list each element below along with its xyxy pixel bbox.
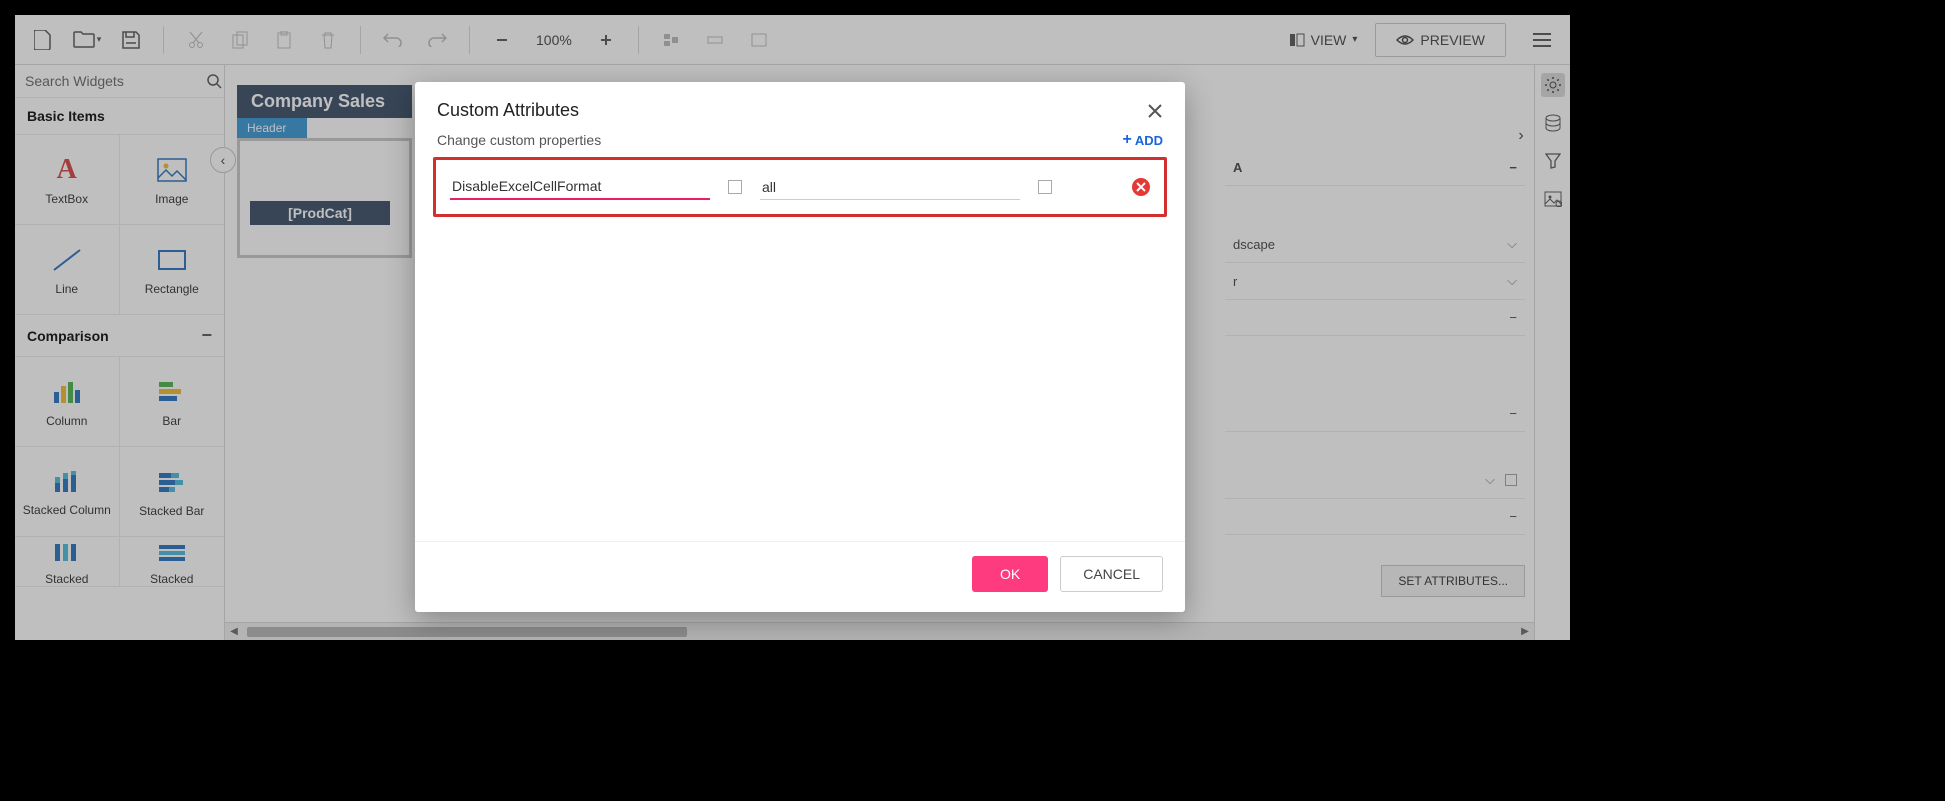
dialog-subtitle: Change custom properties <box>437 132 601 148</box>
delete-button[interactable] <box>310 22 346 58</box>
stacked-icon-1 <box>51 537 83 566</box>
checkbox-icon[interactable] <box>1505 474 1517 486</box>
attribute-value-input[interactable] <box>760 175 1020 200</box>
attribute-checkbox-2[interactable] <box>1038 180 1052 194</box>
zoom-level: 100% <box>528 32 580 48</box>
widget-image[interactable]: Image <box>120 135 225 225</box>
prodcat-cell[interactable]: [ProdCat] <box>250 201 390 225</box>
custom-attributes-dialog: Custom Attributes Change custom properti… <box>415 82 1185 612</box>
filter-icon[interactable] <box>1541 149 1565 173</box>
section-comparison[interactable]: Comparison − <box>15 315 224 357</box>
chevron-down-icon[interactable]: ⌵ <box>1485 472 1495 488</box>
sidebar-collapse-button[interactable]: ‹ <box>210 147 236 173</box>
widget-stacked-1[interactable]: Stacked <box>15 537 120 587</box>
header-section-tab[interactable]: Header <box>237 118 307 138</box>
paper-label: r <box>1233 274 1237 289</box>
textbox-icon: A <box>51 154 83 186</box>
search-icon[interactable] <box>206 73 222 89</box>
hamburger-menu-button[interactable] <box>1524 22 1560 58</box>
redo-button[interactable] <box>419 22 455 58</box>
zoom-in-button[interactable] <box>588 22 624 58</box>
right-rail <box>1534 65 1570 640</box>
data-section-label: A <box>1233 160 1242 175</box>
dialog-title: Custom Attributes <box>437 100 579 121</box>
scroll-thumb[interactable] <box>247 627 687 637</box>
widget-sidebar: Basic Items A TextBox Image Lin <box>15 65 225 640</box>
report-grid[interactable]: [ProdCat] <box>237 138 412 258</box>
landscape-label: dscape <box>1233 237 1275 252</box>
close-button[interactable] <box>1147 103 1163 119</box>
copy-button[interactable] <box>222 22 258 58</box>
properties-panel-partial: A − dscape ⌵ r ⌵ − − ⌵ − SET ATTRIBUTES.… <box>1225 150 1525 597</box>
rectangle-icon <box>156 244 188 276</box>
report-title: Company Sales <box>237 85 412 118</box>
attribute-name-input[interactable] <box>450 174 710 200</box>
scroll-right-icon[interactable]: ▶ <box>1516 626 1534 637</box>
bar-chart-icon <box>156 376 188 408</box>
ok-button[interactable]: OK <box>972 556 1048 592</box>
attribute-checkbox-1[interactable] <box>728 180 742 194</box>
attribute-row-highlight <box>433 157 1167 217</box>
column-chart-icon <box>51 376 83 408</box>
new-file-button[interactable] <box>25 22 61 58</box>
align-button-2[interactable] <box>697 22 733 58</box>
add-attribute-button[interactable]: + ADD <box>1122 131 1163 149</box>
collapse-icon[interactable]: − <box>1509 310 1517 325</box>
set-attributes-button[interactable]: SET ATTRIBUTES... <box>1381 565 1525 597</box>
stacked-column-icon <box>51 465 83 497</box>
stacked-bar-icon <box>156 466 188 498</box>
preview-button[interactable]: PREVIEW <box>1375 23 1506 57</box>
image-param-icon[interactable] <box>1541 187 1565 211</box>
widget-line[interactable]: Line <box>15 225 120 315</box>
collapse-icon[interactable]: − <box>1509 160 1517 175</box>
save-button[interactable] <box>113 22 149 58</box>
panel-expand-button[interactable]: › <box>1510 125 1532 147</box>
align-button-1[interactable] <box>653 22 689 58</box>
chevron-down-icon[interactable]: ⌵ <box>1507 273 1517 289</box>
line-icon <box>51 244 83 276</box>
zoom-out-button[interactable] <box>484 22 520 58</box>
widget-column[interactable]: Column <box>15 357 120 447</box>
horizontal-scrollbar[interactable]: ◀ ▶ <box>225 622 1534 640</box>
widget-stacked-column[interactable]: Stacked Column <box>15 447 120 537</box>
view-mode-button[interactable]: VIEW ▾ <box>1279 32 1368 48</box>
delete-attribute-button[interactable] <box>1132 178 1150 196</box>
collapse-icon: − <box>201 325 212 346</box>
widget-rectangle[interactable]: Rectangle <box>120 225 225 315</box>
main-toolbar: ▾ 100% <box>15 15 1570 65</box>
data-icon[interactable] <box>1541 111 1565 135</box>
collapse-icon[interactable]: − <box>1509 406 1517 421</box>
stacked-icon-2 <box>156 537 188 566</box>
plus-icon: + <box>1122 131 1131 149</box>
paste-button[interactable] <box>266 22 302 58</box>
widget-stacked-bar[interactable]: Stacked Bar <box>120 447 225 537</box>
align-button-3[interactable] <box>741 22 777 58</box>
widget-bar[interactable]: Bar <box>120 357 225 447</box>
undo-button[interactable] <box>375 22 411 58</box>
attribute-row <box>450 174 1150 200</box>
section-basic-items[interactable]: Basic Items <box>15 98 224 135</box>
scroll-left-icon[interactable]: ◀ <box>225 626 243 637</box>
chevron-down-icon[interactable]: ⌵ <box>1507 236 1517 252</box>
collapse-icon[interactable]: − <box>1509 509 1517 524</box>
cancel-button[interactable]: CANCEL <box>1060 556 1163 592</box>
widget-textbox[interactable]: A TextBox <box>15 135 120 225</box>
widget-stacked-2[interactable]: Stacked <box>120 537 225 587</box>
image-icon <box>156 154 188 186</box>
properties-icon[interactable] <box>1541 73 1565 97</box>
search-input[interactable] <box>25 73 206 89</box>
cut-button[interactable] <box>178 22 214 58</box>
open-folder-button[interactable]: ▾ <box>69 22 105 58</box>
